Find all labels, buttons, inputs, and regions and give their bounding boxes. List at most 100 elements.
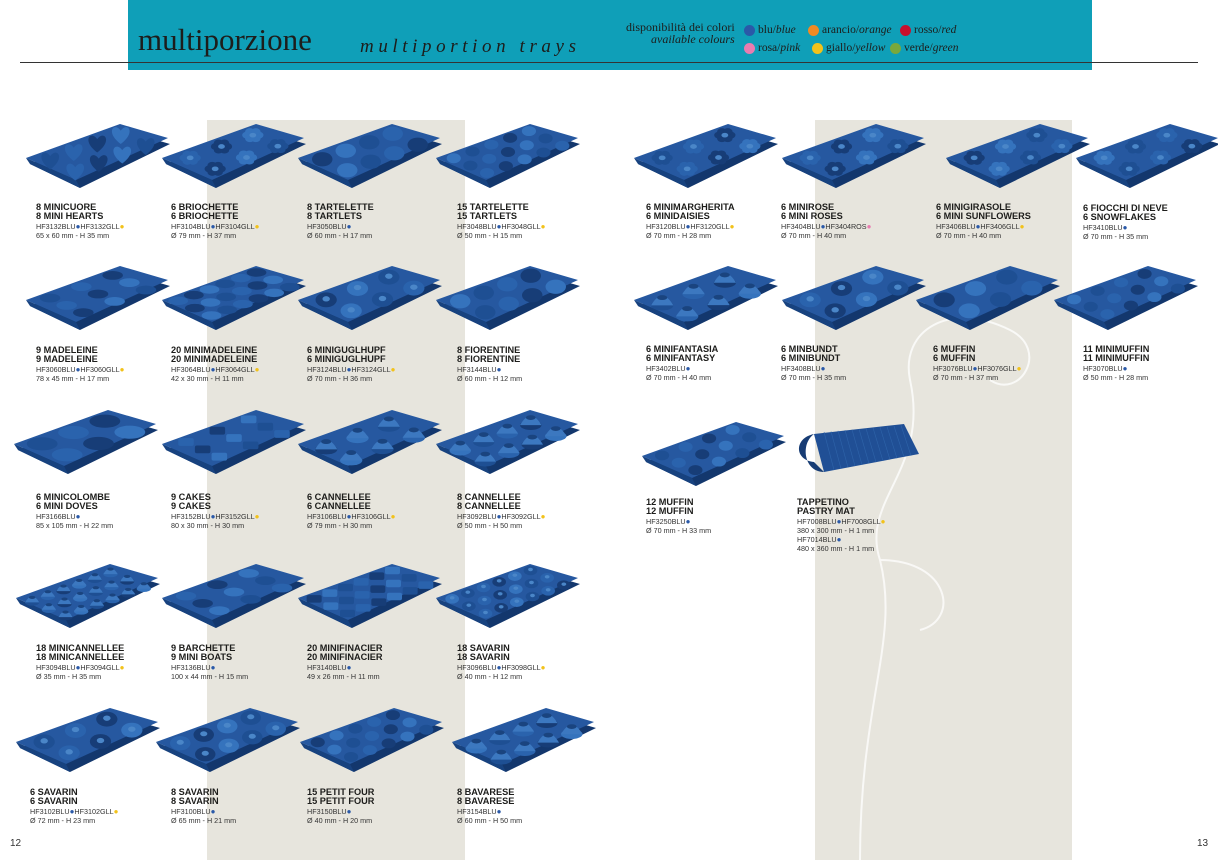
- header-rule: [20, 62, 1198, 63]
- product-dimensions: 49 x 26 mm - H 11 mm: [307, 671, 380, 681]
- page-number-left: 12: [10, 838, 22, 849]
- color-name-it: rosso: [914, 24, 939, 36]
- product-codes: HF3070BLU●: [1083, 364, 1218, 373]
- product-dimensions: Ø 79 mm - H 30 mm: [307, 520, 373, 530]
- color-name-en: blue: [775, 24, 796, 36]
- brioche-tray-icon: [162, 124, 306, 188]
- color-availability-dot-icon: ●: [113, 806, 119, 816]
- product-dimensions: Ø 50 mm - H 50 mm: [457, 520, 523, 530]
- snowflake-tray-icon: [1076, 124, 1218, 188]
- bavarese-tray-icon: [452, 708, 596, 772]
- page-number-right: 13: [1197, 838, 1209, 849]
- product-code: HF3092GLL: [501, 511, 541, 521]
- color-dot-icon: [808, 24, 819, 36]
- sunflower-tray-icon: [946, 124, 1090, 188]
- page-subtitle: multiportion trays: [360, 36, 581, 57]
- product-code: HF7008BLU: [797, 516, 837, 526]
- product-code: HF3060GLL: [80, 364, 120, 374]
- product-code: HF3102GLL: [74, 806, 114, 816]
- product-code: HF3064BLU: [171, 364, 211, 374]
- muffin-tray-icon: [916, 266, 1060, 330]
- product-codes: HF3150BLU●: [307, 807, 467, 816]
- product-codes: HF3106BLU●HF3106GLL●: [307, 512, 467, 521]
- product-dimensions: Ø 50 mm - H 28 mm: [1083, 372, 1149, 382]
- product-codes: HF3410BLU●: [1083, 223, 1218, 232]
- product-name-en: 6 MINIGUGLHUPF: [307, 354, 386, 365]
- florentine-tray-icon: [436, 266, 580, 330]
- product-code: HF3102BLU: [30, 806, 70, 816]
- product-name-en: 6 MINI ROSES: [781, 211, 843, 222]
- product-image: [630, 258, 780, 343]
- product-caption: 11 MINIMUFFIN 11 MINIMUFFIN HF3070BLU● Ø 50…: [1083, 344, 1218, 382]
- product-image: [294, 556, 444, 641]
- product-code: HF3094BLU: [36, 662, 76, 672]
- color-name-en: green: [932, 42, 959, 54]
- savarin-tray-icon: [16, 708, 160, 772]
- product-image: [158, 116, 308, 201]
- product-name-en: 11 MINIMUFFIN: [1083, 353, 1150, 364]
- bundt-tray-icon: [782, 266, 926, 330]
- color-availability-dot-icon: ●: [866, 221, 872, 231]
- product-code: HF3136BLU: [171, 662, 211, 672]
- color-availability-dot-icon: ●: [346, 806, 352, 816]
- color-swatch-yellow: giallo / yellow: [812, 42, 886, 54]
- product-caption: 8 TARTELETTE 8 TARTLETS HF3050BLU● Ø 60 mm …: [307, 202, 467, 240]
- color-availability-dot-icon: ●: [1122, 363, 1128, 373]
- color-availability-dot-icon: ●: [496, 806, 502, 816]
- product-code: HF7014BLU: [797, 535, 837, 545]
- color-legend: blu / blue arancio / orange rosso / red rosa / pin…: [744, 21, 1084, 57]
- product-codes: HF3048BLU●HF3048GLL●: [457, 222, 617, 231]
- product-name-en: 12 MUFFIN: [646, 506, 694, 517]
- product-code: HF3408BLU: [781, 363, 821, 373]
- color-availability-dot-icon: ●: [836, 535, 842, 545]
- color-name-en: pink: [780, 42, 801, 54]
- color-name-it: rosa: [758, 42, 778, 54]
- product-image: [1072, 116, 1218, 201]
- product-code: HF3166BLU: [36, 511, 76, 521]
- color-availability-dot-icon: ●: [119, 662, 125, 672]
- product-code: HF3092BLU: [457, 511, 497, 521]
- product-codes: HF3102BLU●HF3102GLL●: [30, 807, 190, 816]
- product-caption: TAPPETINO PASTRY MAT HF7008BLU●HF7008GLL● 3…: [797, 497, 957, 554]
- product-code: HF3132GLL: [80, 221, 120, 231]
- product-caption: 18 SAVARIN 18 SAVARIN HF3096BLU●HF3098GLL●…: [457, 643, 617, 681]
- availability-label: disponibilità dei colori available colou…: [626, 21, 735, 45]
- product-code: HF3098GLL: [501, 662, 541, 672]
- color-availability-dot-icon: ●: [210, 806, 216, 816]
- product-image: [158, 258, 308, 343]
- muffin-tray-icon: [1054, 266, 1198, 330]
- product-codes: HF3144BLU●: [457, 365, 617, 374]
- color-name-it: arancio: [822, 24, 856, 36]
- product-dimensions: Ø 70 mm - H 35 mm: [781, 372, 847, 382]
- product-dimensions: Ø 72 mm - H 23 mm: [30, 815, 96, 825]
- product-code: HF3120GLL: [690, 221, 730, 231]
- color-availability-dot-icon: ●: [254, 221, 260, 231]
- product-code: HF3140BLU: [307, 662, 347, 672]
- color-name-en: yellow: [855, 42, 886, 54]
- product-code: HF3050BLU: [307, 221, 347, 231]
- cake-tray-icon: [162, 410, 306, 474]
- product-dimensions: Ø 50 mm - H 15 mm: [457, 230, 523, 240]
- product-caption: 6 MINIGUGLHUPF 6 MINIGUGLHUPF HF3124BLU●HF…: [307, 345, 467, 383]
- product-caption: 12 MUFFIN 12 MUFFIN HF3250BLU● Ø 70 mm - H …: [646, 497, 806, 535]
- product-dimensions: Ø 60 mm - H 17 mm: [307, 230, 373, 240]
- product-dimensions: Ø 70 mm - H 35 mm: [1083, 231, 1149, 241]
- product-image: [12, 556, 162, 641]
- color-availability-dot-icon: ●: [496, 364, 502, 374]
- color-swatch-red: rosso / red: [900, 24, 962, 36]
- product-name-en: 6 SNOWFLAKES: [1083, 212, 1156, 223]
- product-name-en: 6 MUFFIN: [933, 353, 976, 364]
- color-availability-dot-icon: ●: [119, 221, 125, 231]
- product-image: [432, 402, 582, 487]
- color-availability-dot-icon: ●: [1122, 222, 1128, 232]
- product-code: HF3100BLU: [171, 806, 211, 816]
- product-code: HF3104GLL: [215, 221, 255, 231]
- product-caption: 6 MINBUNDT 6 MINIBUNDT HF3408BLU● Ø 70 mm -…: [781, 344, 941, 382]
- page-title: multiporzione: [138, 22, 312, 57]
- product-image: [158, 556, 308, 641]
- product-code: HF3064GLL: [215, 364, 255, 374]
- product-codes: HF3096BLU●HF3098GLL●: [457, 663, 617, 672]
- product-code: HF3104BLU: [171, 221, 211, 231]
- product-caption: 8 CANNELLEE 8 CANNELLEE HF3092BLU●HF3092GL…: [457, 492, 617, 530]
- petit-four-tray-icon: [300, 708, 444, 772]
